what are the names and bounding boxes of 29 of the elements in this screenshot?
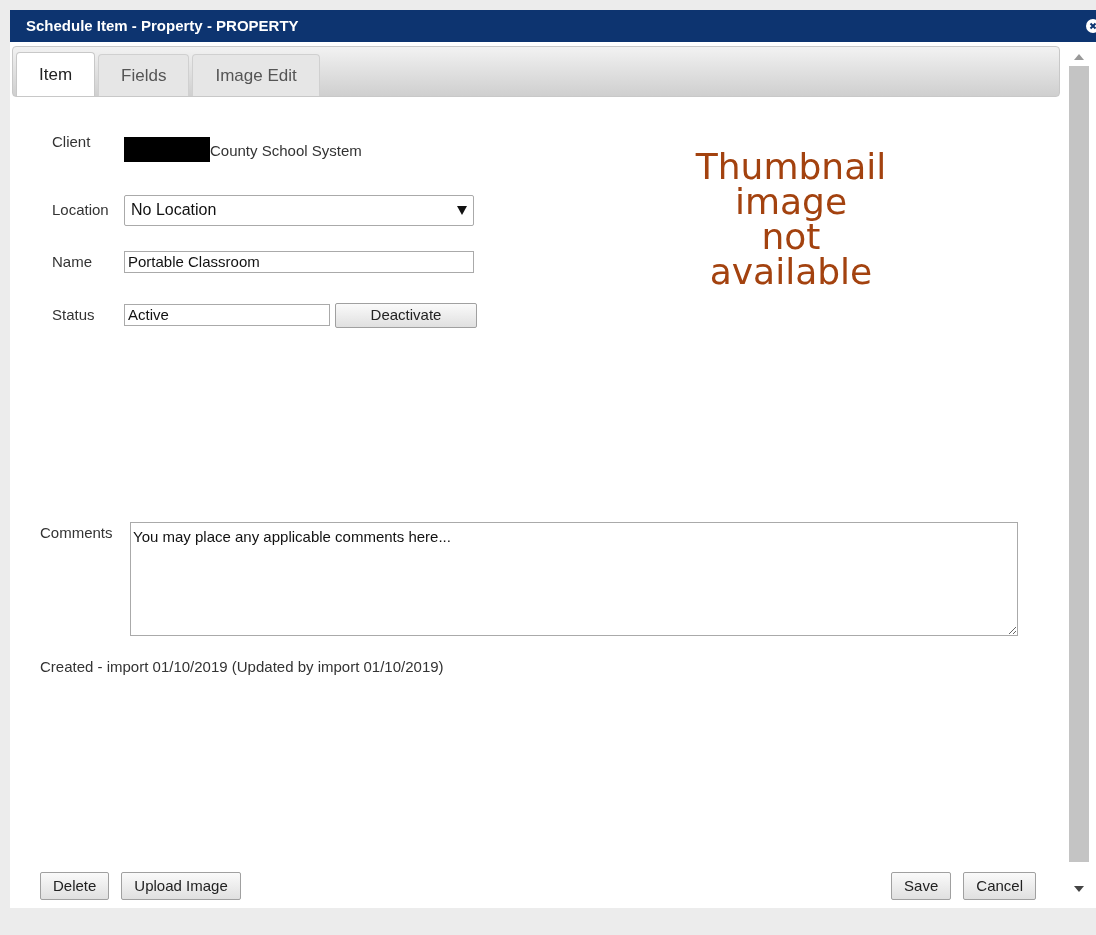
location-dropdown[interactable]: No Location bbox=[124, 194, 474, 226]
scroll-down-icon[interactable] bbox=[1074, 886, 1084, 892]
thumbnail-text: Thumbnail bbox=[695, 149, 887, 184]
action-button[interactable]: Cancel bbox=[963, 872, 1036, 900]
client-label: Client bbox=[52, 132, 92, 152]
comments-field[interactable]: You may place any applicable comments here... bbox=[130, 522, 1018, 636]
location-label: Location bbox=[52, 199, 110, 220]
scroll-up-icon[interactable] bbox=[1074, 54, 1084, 60]
tab[interactable]: Image Edit bbox=[192, 54, 320, 96]
status-field[interactable]: Active bbox=[124, 304, 330, 326]
status-label: Status bbox=[52, 304, 96, 325]
tab[interactable]: Item bbox=[16, 52, 96, 96]
action-button[interactable]: Delete bbox=[40, 872, 110, 900]
scrollbar[interactable] bbox=[1062, 42, 1096, 908]
deactivate-button[interactable]: Deactivate bbox=[335, 302, 477, 328]
thumbnail-text: image bbox=[734, 184, 848, 219]
name-field[interactable]: Portable Classroom bbox=[124, 251, 474, 273]
dropdown-arrow-icon bbox=[457, 205, 467, 215]
name-label: Name bbox=[52, 251, 93, 272]
close-icon[interactable] bbox=[1086, 19, 1096, 33]
window-title: Schedule Item - Property - PROPERTY bbox=[26, 15, 299, 36]
audit-text: Created - import 01/10/2019 (Updated by import 01/10/2019) bbox=[39, 657, 445, 677]
scrollbar-thumb[interactable] bbox=[1069, 66, 1089, 862]
comments-label: Comments bbox=[40, 523, 114, 543]
tab[interactable]: Fields bbox=[98, 54, 190, 96]
thumbnail-text: available bbox=[709, 254, 873, 289]
action-button[interactable]: Save bbox=[891, 872, 952, 900]
action-button[interactable]: Upload Image bbox=[121, 872, 241, 900]
client-value: County School System bbox=[210, 141, 362, 161]
